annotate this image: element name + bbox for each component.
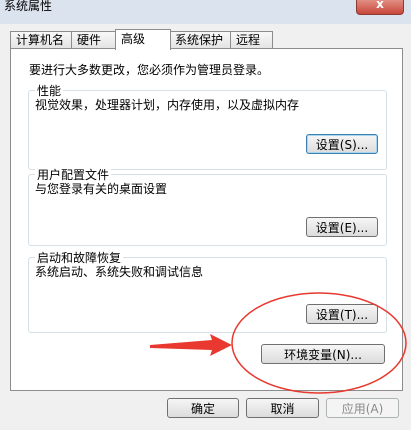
- ok-button[interactable]: 确定: [167, 398, 239, 418]
- title-bar: 系统属性 x: [0, 0, 411, 24]
- tab-advanced[interactable]: 高级: [115, 29, 171, 50]
- performance-group: 性能 视觉效果，处理器计划，内存使用，以及虚拟内存 设置(S)...: [28, 82, 387, 170]
- tab-system-protection[interactable]: 系统保护: [169, 31, 232, 48]
- startup-recovery-group: 启动和故障恢复 系统启动、系统失败和调试信息 设置(T)...: [28, 249, 387, 333]
- advanced-panel: 要进行大多数更改，您必须作为管理员登录。 性能 视觉效果，处理器计划，内存使用，…: [10, 48, 403, 391]
- close-icon: x: [376, 0, 384, 11]
- user-profiles-desc: 与您登录有关的桌面设置: [35, 182, 168, 196]
- cancel-button[interactable]: 取消: [246, 398, 319, 418]
- performance-desc: 视觉效果，处理器计划，内存使用，以及虚拟内存: [35, 98, 300, 112]
- user-profiles-settings-button[interactable]: 设置(E)...: [306, 217, 378, 237]
- close-button[interactable]: x: [356, 0, 404, 15]
- tab-computer-name[interactable]: 计算机名: [10, 31, 73, 48]
- performance-settings-button[interactable]: 设置(S)...: [306, 134, 378, 154]
- startup-recovery-desc: 系统启动、系统失败和调试信息: [35, 265, 204, 279]
- environment-variables-button[interactable]: 环境变量(N)...: [261, 344, 385, 364]
- apply-button[interactable]: 应用(A): [326, 398, 399, 418]
- tab-remote[interactable]: 远程: [230, 31, 273, 48]
- tab-hardware[interactable]: 硬件: [71, 31, 116, 48]
- window-title: 系统属性: [4, 0, 53, 13]
- user-profiles-group: 用户配置文件 与您登录有关的桌面设置 设置(E)...: [28, 166, 387, 246]
- startup-recovery-settings-button[interactable]: 设置(T)...: [306, 304, 378, 324]
- admin-note: 要进行大多数更改，您必须作为管理员登录。: [29, 63, 270, 77]
